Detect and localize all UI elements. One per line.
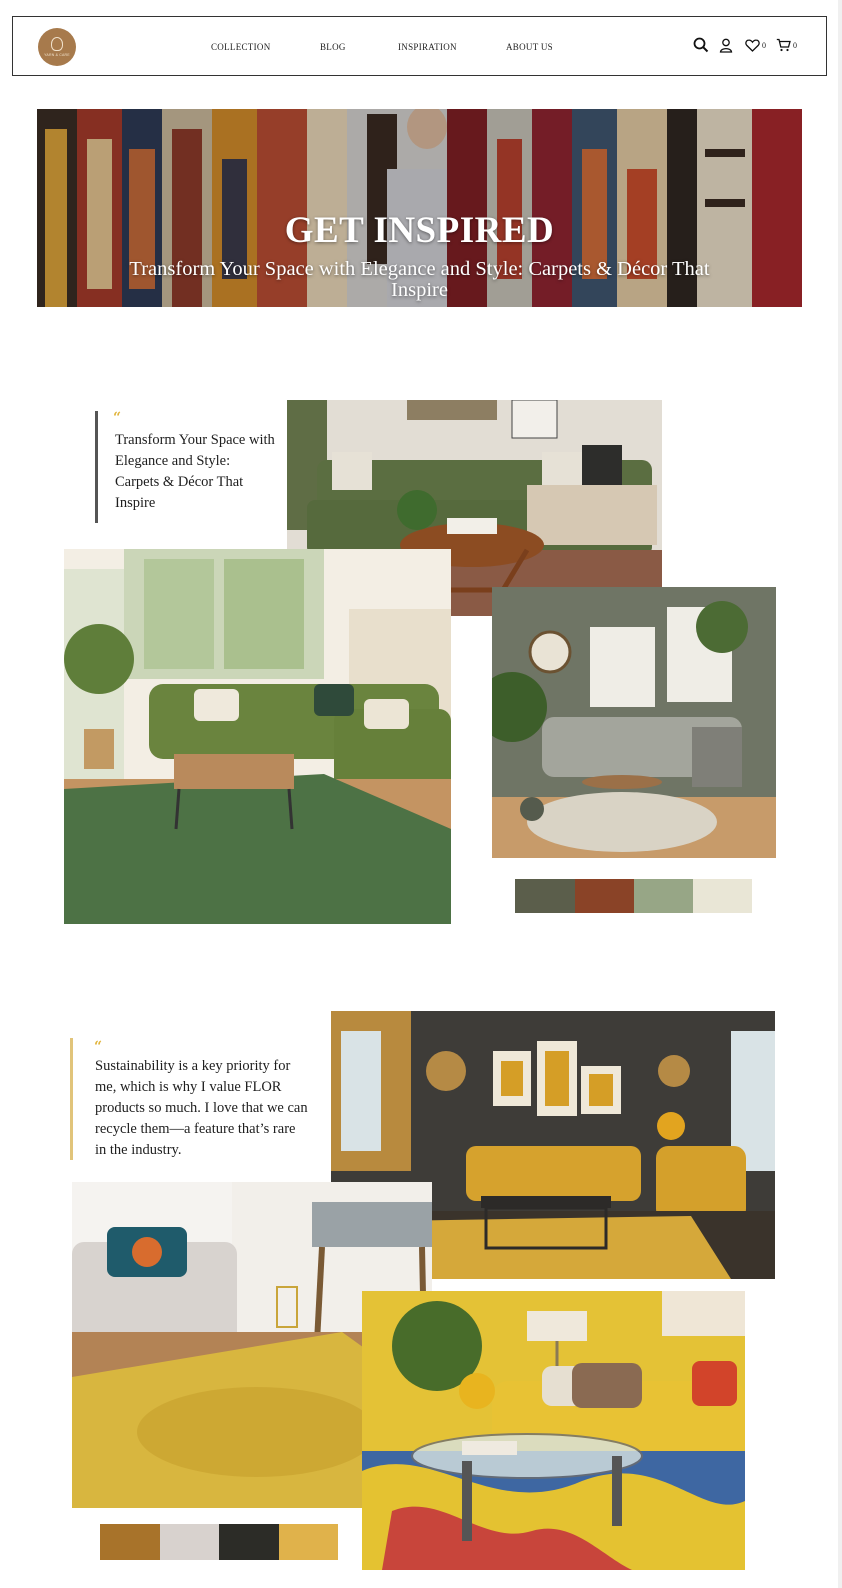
user-icon[interactable]: [719, 38, 733, 53]
palette-swatch: [100, 1524, 160, 1560]
quote-bar: [95, 411, 98, 523]
nav-about-us[interactable]: ABOUT US: [506, 42, 553, 52]
heart-icon: [745, 38, 760, 52]
brand-logo[interactable]: YARN & CARE: [38, 28, 76, 66]
logo-text: YARN & CARE: [44, 53, 70, 57]
nav-blog[interactable]: BLOG: [320, 42, 346, 52]
hero-subtitle: Transform Your Space with Elegance and S…: [129, 258, 710, 301]
cart-icon: [776, 38, 791, 52]
page-edge: [838, 0, 842, 1588]
site-header: YARN & CARE COLLECTION BLOG INSPIRATION …: [12, 16, 827, 76]
quote-bar: [70, 1038, 73, 1160]
nav-inspiration[interactable]: INSPIRATION: [398, 42, 457, 52]
quote-text: Transform Your Space with Elegance and S…: [115, 432, 275, 511]
color-palette-yellow: [100, 1524, 338, 1560]
palette-swatch: [575, 879, 634, 913]
living-room-photo-yellow-sofa: [362, 1291, 745, 1570]
search-icon[interactable]: [693, 37, 709, 53]
hero-banner: GET INSPIRED Transform Your Space with E…: [37, 109, 802, 307]
living-room-photo-grey-sofa: [492, 587, 776, 858]
palette-swatch: [693, 879, 752, 913]
wishlist-count: 0: [762, 40, 766, 50]
nav-collection[interactable]: COLLECTION: [211, 42, 271, 52]
cart-count: 0: [793, 40, 797, 50]
palette-swatch: [160, 1524, 219, 1560]
color-palette-green: [515, 879, 752, 913]
quote-icon: “: [113, 410, 122, 426]
quote-text: Sustainability is a key priority for me,…: [95, 1058, 308, 1158]
quote-icon: “: [94, 1039, 103, 1055]
palette-swatch: [634, 879, 693, 913]
palette-swatch: [219, 1524, 279, 1560]
living-room-photo-sectional: [64, 549, 451, 924]
logo-icon: [51, 37, 63, 51]
palette-swatch: [279, 1524, 338, 1560]
hero-title: GET INSPIRED: [284, 210, 555, 251]
wishlist-button[interactable]: 0: [745, 38, 766, 52]
palette-swatch: [515, 879, 575, 913]
cart-button[interactable]: 0: [776, 38, 797, 52]
header-actions: 0 0: [693, 37, 797, 53]
